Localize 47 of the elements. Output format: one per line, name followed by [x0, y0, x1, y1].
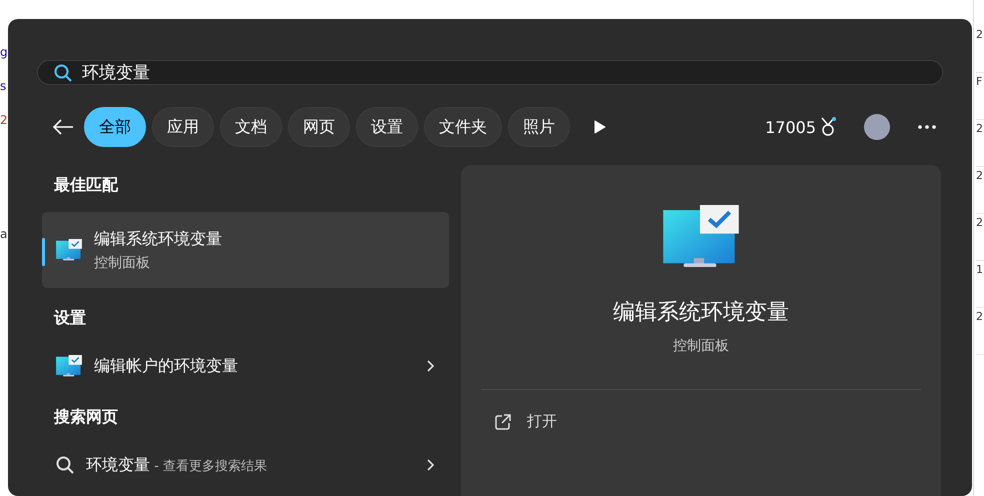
avatar[interactable]: [864, 114, 890, 140]
search-icon: [54, 64, 72, 82]
table-cell: 2: [976, 308, 984, 355]
chevron-right-icon: [427, 459, 435, 471]
preview-title: 编辑系统环境变量: [613, 299, 789, 328]
table-cell: 2: [976, 26, 984, 73]
chevron-right-icon: [427, 360, 435, 372]
search-result-item[interactable]: 编辑帐户的环境变量: [42, 345, 449, 387]
table-cell: 1: [976, 261, 984, 308]
search-result-item[interactable]: 环境变量 - 查看更多搜索结果: [42, 444, 449, 486]
filter-tab[interactable]: 文件夹: [424, 107, 502, 147]
monitor-check-icon: [663, 205, 739, 268]
table-cell: F: [976, 73, 984, 120]
play-icon: [594, 120, 606, 134]
more-icon: [918, 125, 936, 129]
filter-tab[interactable]: 应用: [152, 107, 214, 147]
page-text-fragment: g: [0, 44, 8, 60]
back-arrow-icon: [52, 118, 74, 136]
filter-tab[interactable]: 设置: [356, 107, 418, 147]
filter-tab[interactable]: 照片: [508, 107, 570, 147]
result-title: 编辑帐户的环境变量: [94, 356, 239, 376]
page-text-fragment: 2: [0, 112, 8, 128]
open-action[interactable]: 打开: [491, 408, 561, 436]
table-cell: 2: [976, 167, 984, 214]
search-input[interactable]: 环境变量: [82, 62, 926, 82]
section-heading: 设置: [52, 307, 87, 329]
filter-tab[interactable]: 文档: [220, 107, 282, 147]
medal-icon: [820, 117, 836, 137]
result-title: 编辑系统环境变量: [94, 228, 223, 250]
monitor-check-icon: [56, 355, 82, 377]
filter-tab[interactable]: 网页: [288, 107, 350, 147]
page-text-fragment: a: [0, 226, 8, 242]
search-field[interactable]: 环境变量: [37, 60, 943, 85]
result-title: 环境变量 - 查看更多搜索结果: [86, 454, 268, 476]
filter-tab[interactable]: 全部: [84, 107, 146, 147]
result-subtitle: 控制面板: [94, 254, 151, 272]
table-cell: 2: [976, 120, 984, 167]
search-result-item[interactable]: 编辑系统环境变量 控制面板: [42, 212, 449, 288]
page-text-fragment: s: [0, 78, 8, 94]
search-icon: [56, 456, 74, 474]
section-heading: 最佳匹配: [53, 174, 120, 196]
section-heading: 搜索网页: [52, 406, 119, 428]
table-cell: 2: [976, 214, 984, 261]
preview-subtitle: 控制面板: [673, 337, 729, 356]
rewards-points[interactable]: 17005: [761, 113, 840, 141]
external-link-icon: [495, 414, 511, 430]
monitor-check-icon: [56, 239, 82, 261]
